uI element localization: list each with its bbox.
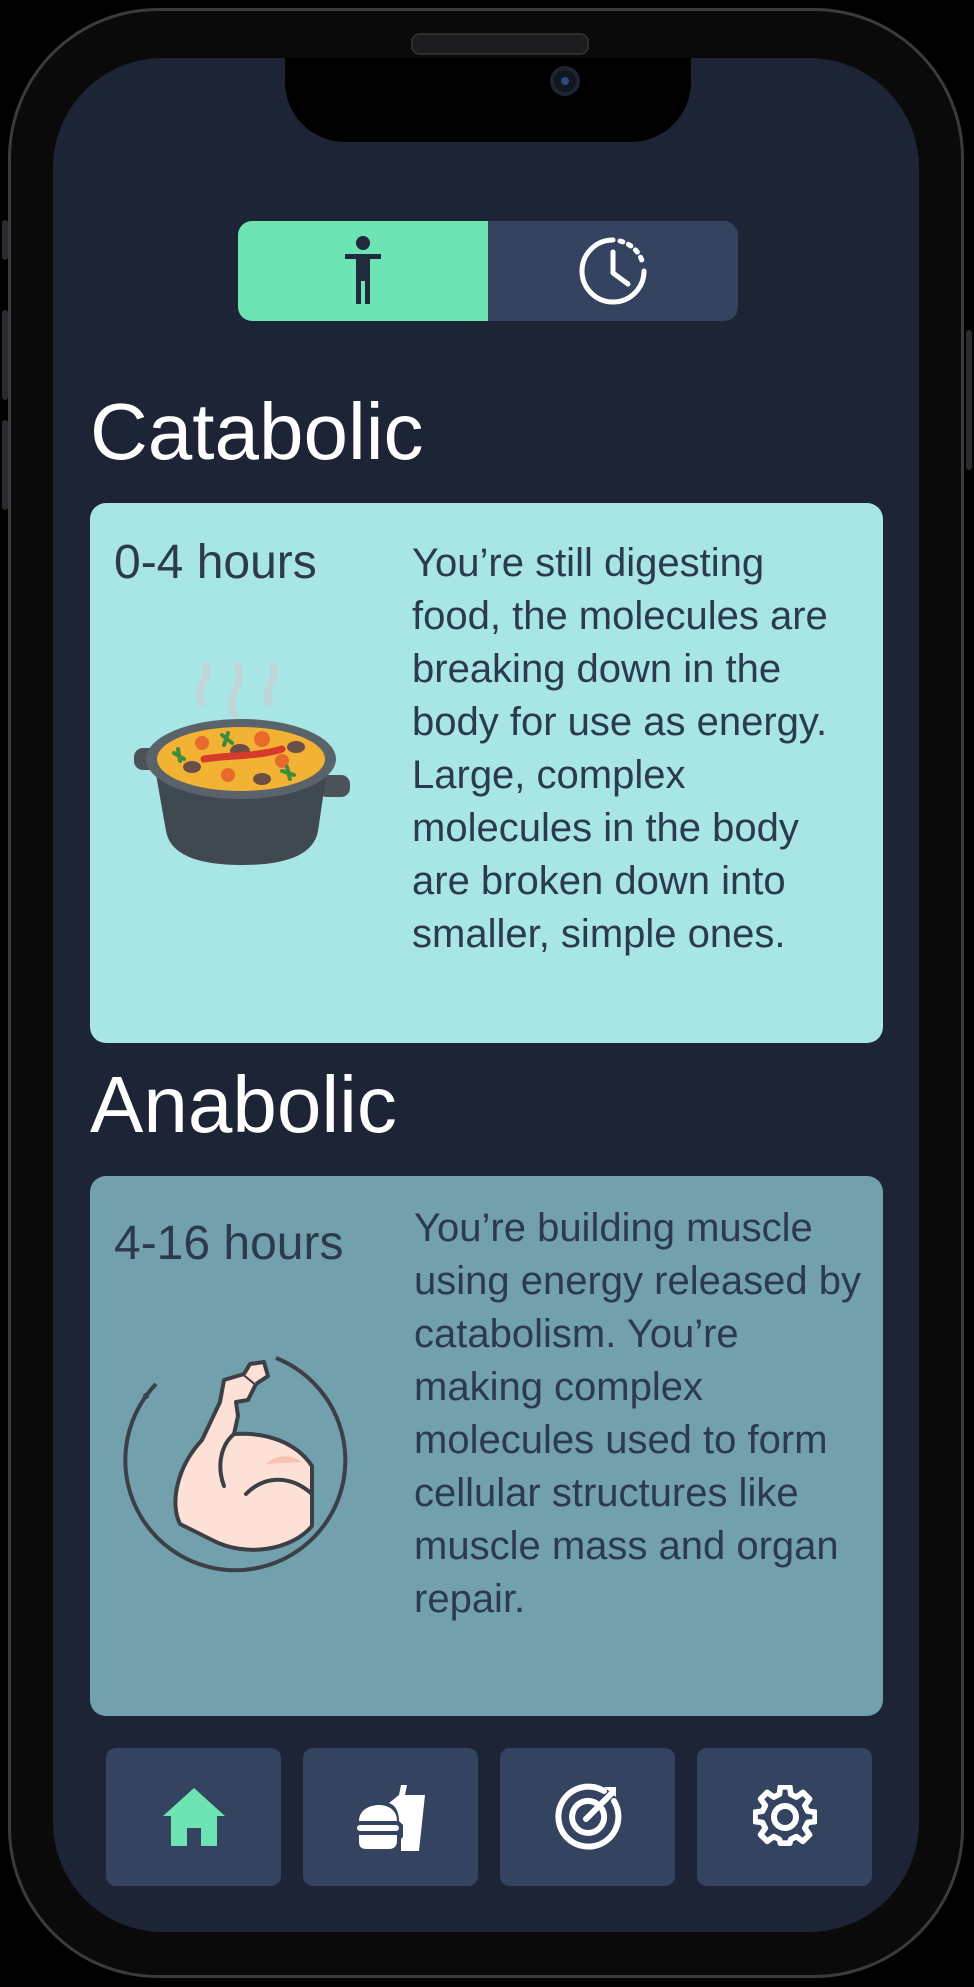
home-icon — [162, 1788, 225, 1846]
food-pot-icon — [134, 663, 350, 865]
app-screen: Catabolic 0-4 hours You’re still digesti… — [53, 58, 919, 1932]
volume-down-button — [2, 420, 8, 510]
toggle-body-mode[interactable] — [238, 221, 488, 321]
volume-up-button — [2, 310, 8, 400]
nav-home-button[interactable] — [106, 1748, 281, 1886]
nav-food-button[interactable] — [303, 1748, 478, 1886]
phase-description: You’re still digesting food, the molecul… — [412, 541, 828, 956]
target-icon — [554, 1783, 621, 1850]
phase-hours: 4-16 hours — [114, 1217, 344, 1270]
phase-card-catabolic: 0-4 hours You’re still digesting food, t… — [90, 503, 883, 1043]
phase-card-anabolic: 4-16 hours You’re building muscle using … — [90, 1176, 883, 1716]
side-button — [2, 220, 8, 260]
gear-icon — [752, 1785, 817, 1846]
front-camera — [550, 66, 580, 96]
notch — [285, 58, 691, 142]
nav-settings-button[interactable] — [697, 1748, 872, 1886]
power-button — [966, 330, 972, 470]
food-drink-icon — [356, 1785, 425, 1851]
section-title-anabolic: Anabolic — [90, 1060, 397, 1149]
phase-description: You’re building muscle using energy rele… — [414, 1206, 861, 1621]
mode-toggle — [238, 221, 738, 321]
person-icon — [345, 236, 381, 304]
flexed-bicep-icon — [123, 1356, 348, 1573]
speaker-grille — [411, 33, 589, 55]
phase-hours: 0-4 hours — [114, 536, 317, 589]
toggle-timeline-mode[interactable] — [488, 221, 738, 321]
nav-goals-button[interactable] — [500, 1748, 675, 1886]
section-title-catabolic: Catabolic — [90, 387, 424, 476]
clock-icon — [579, 237, 647, 305]
bottom-nav — [106, 1748, 872, 1886]
